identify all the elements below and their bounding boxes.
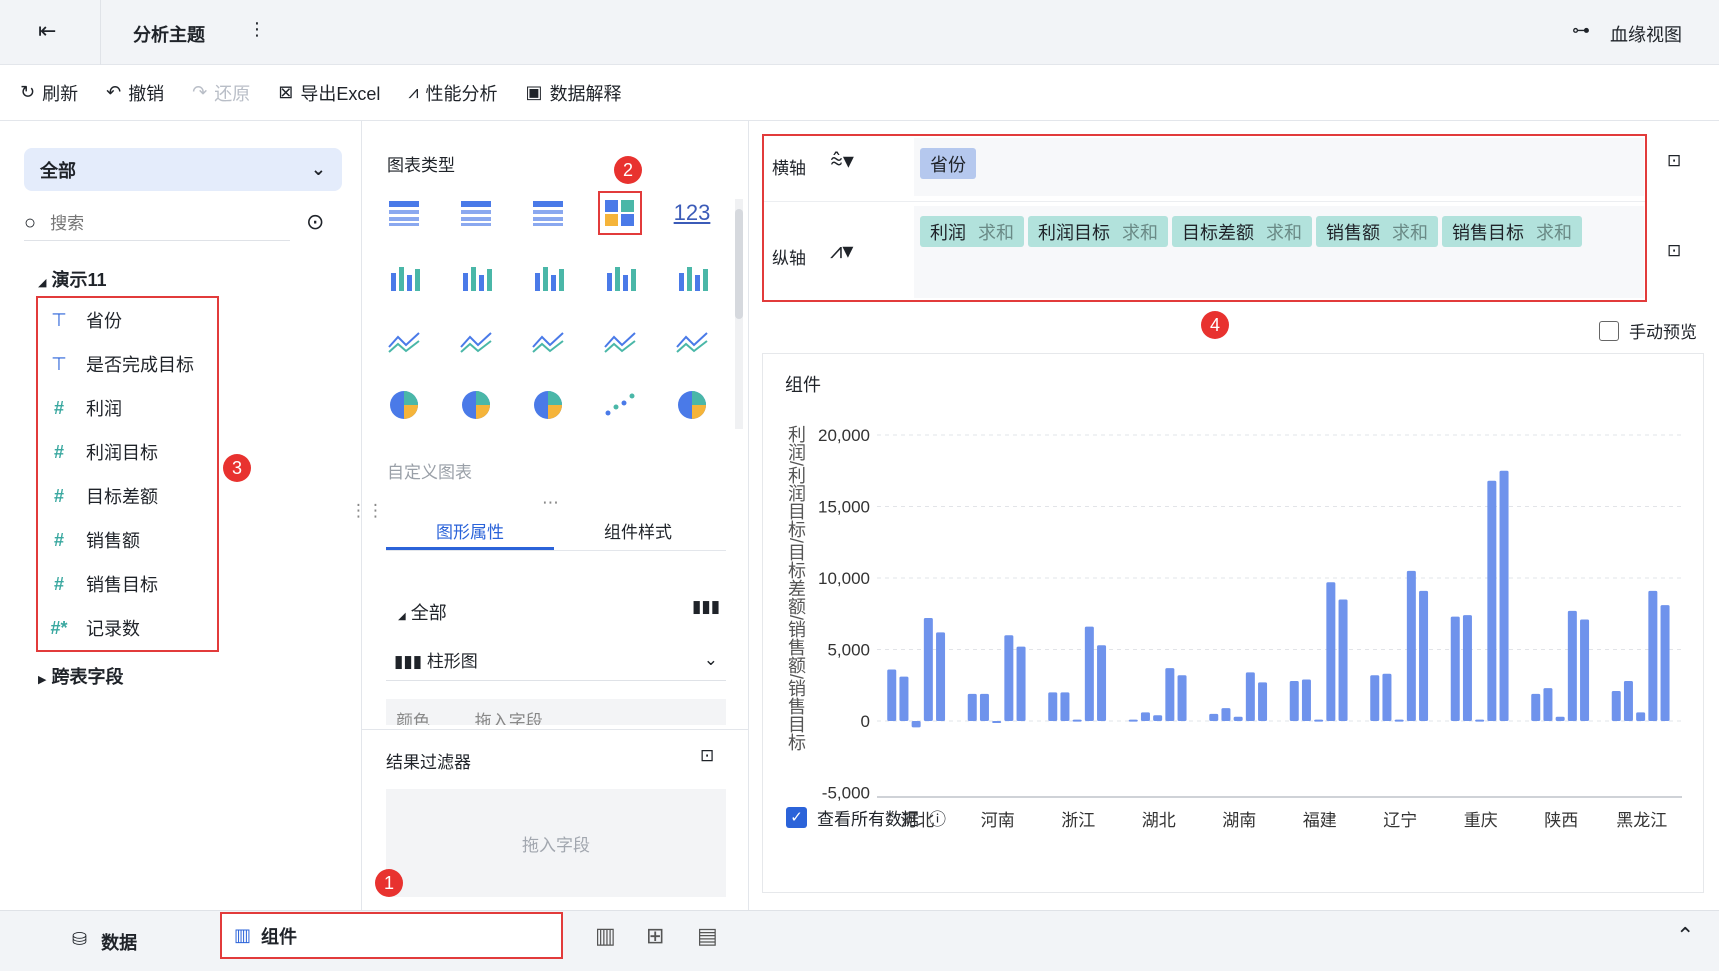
collapse-icon[interactable]: ⌃ (1676, 923, 1694, 949)
bar-销售目标[interactable] (1660, 605, 1670, 721)
bar-利润[interactable] (1048, 692, 1058, 721)
bar-利润目标[interactable] (1543, 688, 1553, 721)
data-tab-label: 数据 (101, 933, 138, 953)
bar-目标差额[interactable] (1394, 719, 1404, 722)
bar-销售额[interactable] (1648, 590, 1658, 721)
database-icon: ⛁ (72, 929, 88, 949)
x-tick-label: 河南 (981, 811, 1015, 830)
component-icon: ▥ (234, 925, 252, 945)
bar-利润目标[interactable] (899, 676, 909, 721)
bar-销售目标[interactable] (1338, 599, 1348, 721)
add-chart-icon[interactable]: ▥ (595, 923, 616, 949)
y-tick-label: 0 (861, 712, 870, 731)
bar-利润目标[interactable] (1382, 673, 1392, 721)
bar-销售目标[interactable] (1258, 682, 1268, 721)
bar-利润[interactable] (1531, 693, 1541, 721)
bar-利润[interactable] (1289, 680, 1299, 721)
bar-目标差额[interactable] (1153, 715, 1163, 721)
y-tick-label: -5,000 (822, 784, 870, 803)
bar-销售额[interactable] (923, 618, 933, 721)
bar-销售目标[interactable] (936, 632, 946, 721)
component-tab-label: 组件 (261, 926, 298, 947)
bar-利润目标[interactable] (1462, 615, 1472, 721)
bar-目标差额[interactable] (1636, 712, 1646, 721)
bar-销售目标[interactable] (1580, 619, 1590, 721)
bar-销售额[interactable] (1165, 668, 1175, 721)
x-tick-label: 黑龙江 (1616, 811, 1667, 830)
bar-利润目标[interactable] (979, 693, 989, 721)
bar-利润[interactable] (1611, 690, 1621, 721)
bar-利润[interactable] (1370, 675, 1380, 721)
x-tick-label: 浙江 (1061, 811, 1095, 830)
bar-销售目标[interactable] (1419, 590, 1429, 721)
x-tick-label: 河北 (900, 811, 934, 830)
y-axis-title: 利润/利润目标/目标差额/销售额/销售目标 (786, 425, 806, 751)
bottom-bar: ⛁ 数据 ▥ 组件 ▥ ⊞ ▤ ⌃ (0, 910, 1719, 971)
bar-销售额[interactable] (1487, 480, 1497, 721)
bar-利润[interactable] (1450, 616, 1460, 721)
bar-销售目标[interactable] (1016, 646, 1026, 721)
bar-利润[interactable] (967, 693, 977, 721)
y-tick-label: 5,000 (827, 641, 870, 660)
bar-销售目标[interactable] (1499, 470, 1509, 721)
y-tick-label: 10,000 (818, 569, 870, 588)
bar-销售额[interactable] (1245, 672, 1255, 721)
bar-销售额[interactable] (1567, 610, 1577, 721)
bar-利润目标[interactable] (1221, 708, 1231, 721)
bar-利润目标[interactable] (1301, 679, 1311, 721)
x-tick-label: 湖北 (1142, 811, 1176, 830)
bar-目标差额[interactable] (1475, 719, 1485, 722)
x-tick-label: 福建 (1303, 811, 1337, 830)
x-tick-label: 辽宁 (1383, 811, 1417, 830)
x-tick-label: 湖南 (1222, 811, 1256, 830)
bar-销售额[interactable] (1326, 582, 1336, 721)
bar-目标差额[interactable] (1555, 716, 1565, 721)
bar-销售目标[interactable] (1177, 675, 1187, 721)
y-tick-label: 15,000 (818, 498, 870, 517)
component-tab[interactable]: ▥ 组件 (220, 912, 563, 959)
add-report-icon[interactable]: ▤ (697, 923, 718, 949)
bar-目标差额[interactable] (992, 721, 1002, 723)
bar-销售目标[interactable] (1097, 645, 1107, 721)
bar-利润目标[interactable] (1623, 680, 1633, 721)
bar-目标差额[interactable] (911, 721, 921, 728)
bar-目标差额[interactable] (1314, 719, 1324, 722)
x-tick-label: 重庆 (1464, 811, 1498, 830)
data-tab[interactable]: ⛁ 数据 (72, 929, 137, 955)
bar-chart: 组件 -5,000 0 5,000 10,000 15,000 20,000 利润/利润目标/… (785, 375, 1682, 830)
add-table-icon[interactable]: ⊞ (646, 923, 664, 949)
bar-利润[interactable] (1209, 713, 1219, 721)
bar-目标差额[interactable] (1233, 716, 1243, 721)
bar-销售额[interactable] (1084, 626, 1094, 721)
x-tick-label: 陕西 (1544, 811, 1578, 830)
bar-利润[interactable] (887, 669, 897, 721)
bar-目标差额[interactable] (1072, 719, 1082, 722)
bar-销售额[interactable] (1004, 635, 1014, 721)
bar-利润目标[interactable] (1140, 712, 1150, 721)
y-tick-label: 20,000 (818, 426, 870, 445)
bar-利润目标[interactable] (1060, 692, 1070, 721)
chart-title: 组件 (785, 375, 821, 395)
bar-利润[interactable] (1128, 719, 1138, 722)
bar-销售额[interactable] (1406, 570, 1416, 721)
